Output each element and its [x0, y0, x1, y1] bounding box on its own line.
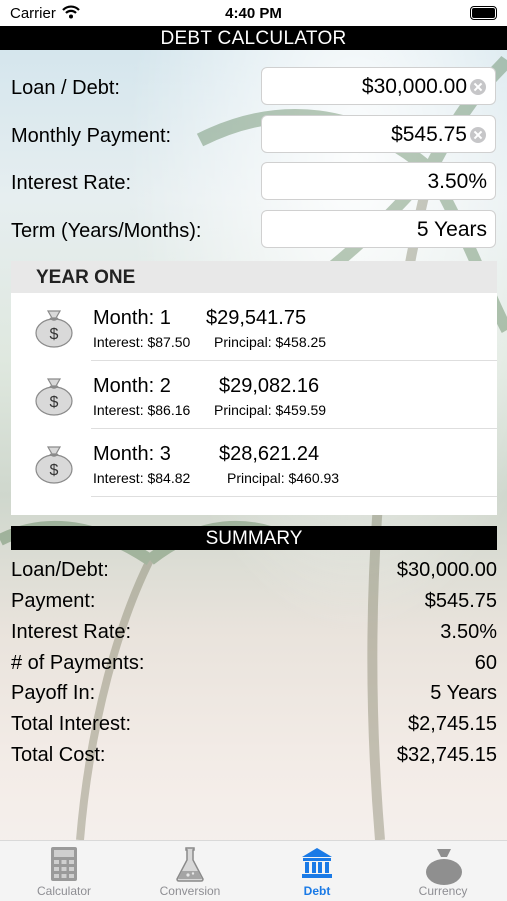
summary-label: Total Cost: [11, 744, 106, 766]
tab-calculator[interactable]: Calculator [1, 841, 127, 901]
tab-label: Currency [418, 884, 468, 898]
summary-header: SUMMARY [11, 526, 497, 550]
app-title: DEBT CALCULATOR [0, 26, 507, 50]
summary-label: Loan/Debt: [11, 559, 109, 581]
list-item[interactable]: $ Month: 3 $28,621.24 Interest: $84.82 P… [11, 429, 497, 497]
summary-label: Payoff In: [11, 682, 96, 704]
rate-input[interactable]: 3.50% [261, 162, 496, 200]
balance-value: $28,621.24 [219, 443, 320, 465]
summary-row: Total Cost: $32,745.15 [11, 742, 497, 770]
money-bag-icon: $ [35, 310, 73, 348]
tab-currency[interactable]: Currency [380, 841, 506, 901]
list-item[interactable]: $ Month: 2 $29,082.16 Interest: $86.16 P… [11, 361, 497, 429]
payment-value: $545.75 [391, 123, 467, 146]
summary-label: Interest Rate: [11, 621, 132, 643]
summary-row: Payment: $545.75 [11, 588, 497, 616]
tab-label: Conversion [159, 884, 221, 898]
summary-row: # of Payments: 60 [11, 650, 497, 678]
payment-label: Monthly Payment: [11, 125, 172, 147]
summary-row: Payoff In: 5 Years [11, 680, 497, 708]
clear-icon[interactable] [470, 127, 486, 143]
status-bar: Carrier 4:40 PM [0, 0, 507, 26]
rate-row: Interest Rate: 3.50% [0, 162, 507, 204]
svg-text:$: $ [50, 394, 59, 411]
money-bag-icon [426, 849, 462, 885]
svg-text:$: $ [50, 462, 59, 479]
clear-icon[interactable] [470, 79, 486, 95]
summary-row: Loan/Debt: $30,000.00 [11, 557, 497, 585]
rate-value: 3.50% [427, 170, 487, 193]
loan-label: Loan / Debt: [11, 77, 120, 99]
summary-row: Total Interest: $2,745.15 [11, 711, 497, 739]
month-label: Month: 1 [93, 307, 171, 329]
bank-icon [302, 848, 332, 878]
principal-value: Principal: $460.93 [227, 470, 340, 486]
balance-value: $29,541.75 [206, 307, 307, 329]
flask-icon [176, 847, 204, 882]
svg-text:$: $ [50, 326, 59, 343]
summary-value: 60 [474, 652, 497, 674]
rate-label: Interest Rate: [11, 172, 132, 194]
summary-label: Payment: [11, 590, 96, 612]
tab-label: Calculator [36, 884, 92, 898]
money-bag-icon: $ [35, 378, 73, 416]
interest-value: Interest: $87.50 [93, 334, 191, 350]
interest-value: Interest: $84.82 [93, 470, 191, 486]
summary-row: Interest Rate: 3.50% [11, 619, 497, 647]
list-item[interactable]: $ Month: 1 $29,541.75 Interest: $87.50 P… [11, 293, 497, 361]
status-time: 4:40 PM [225, 5, 282, 22]
payment-row: Monthly Payment: $545.75 [0, 115, 507, 157]
loan-value: $30,000.00 [361, 75, 467, 98]
section-header: YEAR ONE [11, 261, 497, 293]
tab-label: Debt [303, 884, 331, 898]
summary-value: 3.50% [440, 621, 497, 643]
term-label: Term (Years/Months): [11, 220, 202, 242]
summary-value: $32,745.15 [396, 744, 497, 766]
interest-value: Interest: $86.16 [93, 402, 191, 418]
loan-row: Loan / Debt: $30,000.00 [0, 67, 507, 109]
loan-input[interactable]: $30,000.00 [261, 67, 496, 105]
payment-schedule[interactable]: YEAR ONE $ Month: 1 $29,541.75 Interest:… [11, 261, 497, 515]
battery-icon [470, 6, 497, 20]
month-label: Month: 3 [93, 443, 171, 465]
term-input[interactable]: 5 Years [261, 210, 496, 248]
tab-debt[interactable]: Debt [254, 841, 380, 901]
summary-label: Total Interest: [11, 713, 132, 735]
calculator-icon [51, 847, 77, 881]
summary-label: # of Payments: [11, 652, 145, 674]
summary-value: $30,000.00 [396, 559, 497, 581]
summary-value: $2,745.15 [408, 713, 497, 735]
balance-value: $29,082.16 [219, 375, 320, 397]
tab-conversion[interactable]: Conversion [127, 841, 253, 901]
term-row: Term (Years/Months): 5 Years [0, 210, 507, 252]
money-bag-icon: $ [35, 446, 73, 484]
principal-value: Principal: $459.59 [214, 402, 327, 418]
principal-value: Principal: $458.25 [214, 334, 327, 350]
summary-value: $545.75 [424, 590, 497, 612]
tab-bar: Calculator Conversion Debt Currency [0, 840, 507, 901]
summary-value: 5 Years [430, 682, 497, 704]
month-label: Month: 2 [93, 375, 171, 397]
term-value: 5 Years [416, 218, 487, 241]
payment-input[interactable]: $545.75 [261, 115, 496, 153]
divider [91, 496, 497, 497]
